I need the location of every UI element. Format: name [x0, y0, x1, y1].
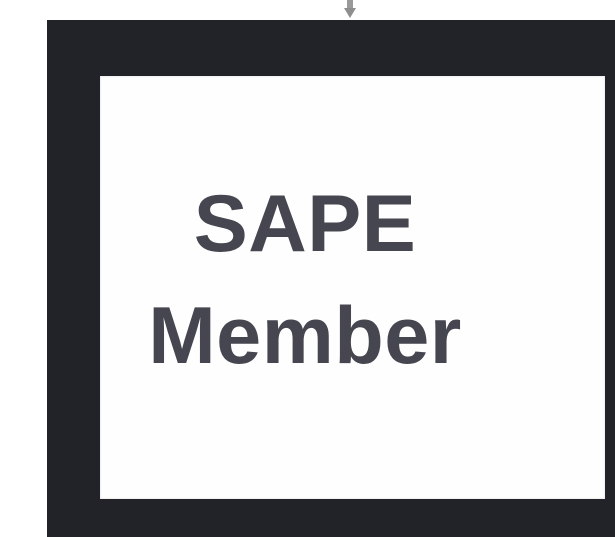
membership-sign-text: SAPE Member	[0, 168, 610, 392]
hanging-hook-icon	[341, 0, 359, 20]
sign-line-2: Member	[148, 291, 462, 381]
sign-line-1: SAPE	[193, 179, 417, 269]
